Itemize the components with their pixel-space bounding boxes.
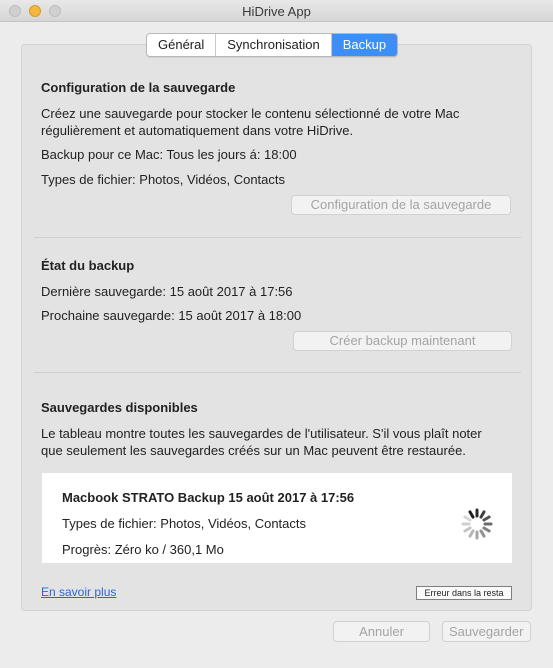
- config-heading: Configuration de la sauvegarde: [41, 80, 236, 95]
- window-title: HiDrive App: [242, 4, 311, 19]
- section-divider: [34, 372, 521, 373]
- tab-synchronisation[interactable]: Synchronisation: [216, 34, 332, 56]
- title-bar: HiDrive App: [0, 0, 553, 22]
- backup-item-progress: Progrès: Zéro ko / 360,1 Mo: [62, 542, 224, 557]
- save-button[interactable]: Sauvegarder: [442, 621, 531, 642]
- status-heading: État du backup: [41, 258, 135, 273]
- learn-more-link[interactable]: En savoir plus: [41, 585, 116, 599]
- backup-schedule: Backup pour ce Mac: Tous les jours á: 18…: [41, 147, 297, 162]
- last-backup: Dernière sauvegarde: 15 août 2017 à 17:5…: [41, 284, 293, 299]
- cancel-button[interactable]: Annuler: [333, 621, 430, 642]
- tab-backup[interactable]: Backup: [331, 34, 398, 56]
- loading-spinner-icon: [461, 508, 493, 540]
- backup-item-title: Macbook STRATO Backup 15 août 2017 à 17:…: [62, 490, 355, 505]
- backup-item-filetypes: Types de fichier: Photos, Vidéos, Contac…: [62, 516, 307, 531]
- configure-backup-button[interactable]: Configuration de la sauvegarde: [291, 195, 511, 215]
- section-divider: [34, 237, 521, 238]
- config-desc-line2: régulièrement et automatiquement dans vo…: [41, 123, 354, 138]
- create-backup-now-button[interactable]: Créer backup maintenant: [293, 331, 512, 351]
- tab-general[interactable]: Général: [147, 34, 217, 56]
- tab-bar: Général Synchronisation Backup: [146, 33, 399, 57]
- available-heading: Sauvegardes disponibles: [41, 400, 198, 415]
- config-filetypes: Types de fichier: Photos, Vidéos, Contac…: [41, 172, 286, 187]
- restore-error-button[interactable]: Erreur dans la resta: [416, 586, 512, 600]
- available-desc-line2: que seulement les sauvegardes créés sur …: [41, 443, 466, 458]
- next-backup: Prochaine sauvegarde: 15 août 2017 à 18:…: [41, 308, 302, 323]
